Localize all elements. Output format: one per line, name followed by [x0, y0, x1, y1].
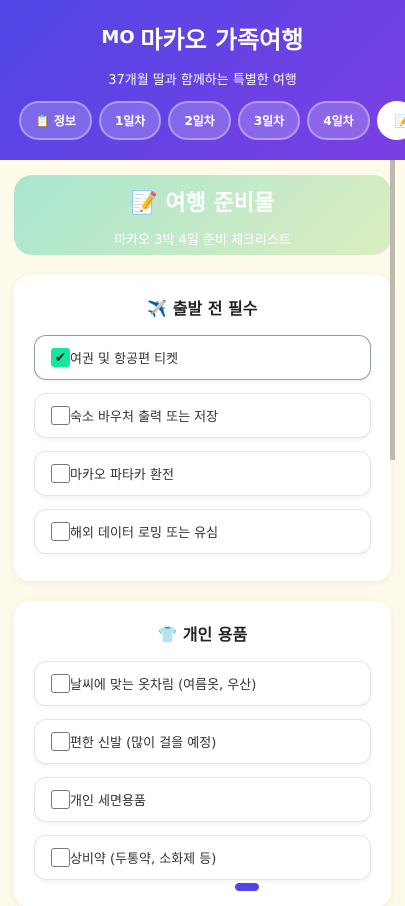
page-dot[interactable] [219, 883, 229, 891]
title-text: 마카오 가족여행 [140, 26, 304, 54]
item-label: 해외 데이터 로밍 또는 유심 [70, 526, 219, 541]
memo-icon: 📝 [130, 191, 158, 216]
card-title-text: 개인 용품 [183, 625, 248, 644]
checkbox[interactable] [51, 674, 70, 693]
checklist-card: ✈️ 출발 전 필수 ✔ 여권 및 항공편 티켓숙소 바우처 출력 또는 저장마카오… [14, 275, 391, 581]
item-label: 여권 및 항공편 티켓 [70, 352, 179, 367]
checkbox[interactable] [51, 848, 70, 867]
checklist-item[interactable]: ✔ 여권 및 항공편 티켓 [34, 335, 371, 380]
page-subtitle: 37개월 딸과 함께하는 특별한 여행 [108, 73, 297, 88]
airplane-icon: ✈️ [147, 299, 168, 318]
tab-day1[interactable]: 1일차 [99, 101, 162, 140]
item-label: 편한 신발 (많이 걸을 예정) [70, 736, 217, 751]
item-label: 날씨에 맞는 옷차림 (여름옷, 우산) [70, 678, 257, 693]
content-area: 📝 여행 준비물 마카오 3박 4일 준비 체크리스트 ✈️ 출발 전 필수 ✔ 여… [0, 160, 405, 906]
shirt-icon: 👕 [157, 625, 178, 644]
page-dot[interactable] [235, 883, 259, 891]
tab-label: 3일차 [253, 114, 285, 128]
tab-label: 2일차 [184, 114, 215, 128]
banner-subtitle: 마카오 3박 4일 준비 체크리스트 [114, 233, 291, 248]
page-dot[interactable] [155, 883, 165, 891]
app-header: MO 마카오 가족여행 37개월 딸과 함께하는 특별한 여행 📋 정보 1일차 2… [0, 0, 405, 160]
checklist-item[interactable]: 상비약 (두통약, 소화제 등) [34, 835, 371, 880]
tab-checklist[interactable]: 📝 [376, 101, 405, 140]
item-label: 개인 세면용품 [70, 794, 146, 809]
checklist-item[interactable]: 편한 신발 (많이 걸을 예정) [34, 719, 371, 764]
tab-label: 정보 [53, 114, 77, 128]
item-label: 상비약 (두통약, 소화제 등) [70, 852, 217, 867]
clipboard-icon: 📋 [35, 113, 50, 128]
tab-day2[interactable]: 2일차 [168, 101, 231, 140]
section-banner: 📝 여행 준비물 마카오 3박 4일 준비 체크리스트 [14, 175, 391, 255]
checkbox[interactable] [51, 790, 70, 809]
banner-title: 📝 여행 준비물 [14, 185, 391, 217]
checklist-item[interactable]: 해외 데이터 로밍 또는 유심 [34, 509, 371, 554]
checklist-item[interactable]: 마카오 파타카 환전 [34, 451, 371, 496]
tab-info[interactable]: 📋 정보 [19, 101, 93, 140]
page-indicator [155, 883, 259, 891]
checkbox[interactable] [51, 406, 70, 425]
item-label: 숙소 바우처 출력 또는 저장 [70, 410, 219, 425]
page-dot[interactable] [203, 883, 213, 891]
memo-icon: 📝 [394, 113, 405, 128]
tab-bar: 📋 정보 1일차 2일차 3일차 4일차 📝 [19, 101, 405, 140]
tab-day3[interactable]: 3일차 [237, 101, 301, 140]
card-title: 👕 개인 용품 [34, 621, 371, 645]
checkbox[interactable] [51, 464, 70, 483]
tab-day4[interactable]: 4일차 [307, 101, 370, 140]
checklist-item[interactable]: 개인 세면용품 [34, 777, 371, 822]
checkbox[interactable] [51, 732, 70, 751]
page-dot[interactable] [171, 883, 181, 891]
page-title: MO 마카오 가족여행 [0, 20, 405, 55]
checklist-item[interactable]: 날씨에 맞는 옷차림 (여름옷, 우산) [34, 661, 371, 706]
checkbox[interactable] [51, 522, 70, 541]
checkbox[interactable]: ✔ [51, 348, 70, 367]
checklist-card: 👕 개인 용품날씨에 맞는 옷차림 (여름옷, 우산) 편한 신발 (많이 걸을 … [14, 601, 391, 906]
tab-label: 1일차 [115, 114, 146, 128]
scrollbar[interactable] [390, 160, 395, 460]
tab-label: 4일차 [323, 114, 354, 128]
banner-title-text: 여행 준비물 [165, 191, 275, 216]
logo: MO [101, 27, 135, 48]
item-label: 마카오 파타카 환전 [70, 468, 174, 483]
page-dot[interactable] [187, 883, 197, 891]
checklist-item[interactable]: 숙소 바우처 출력 또는 저장 [34, 393, 371, 438]
card-title: ✈️ 출발 전 필수 [34, 295, 371, 319]
card-title-text: 출발 전 필수 [172, 299, 258, 318]
